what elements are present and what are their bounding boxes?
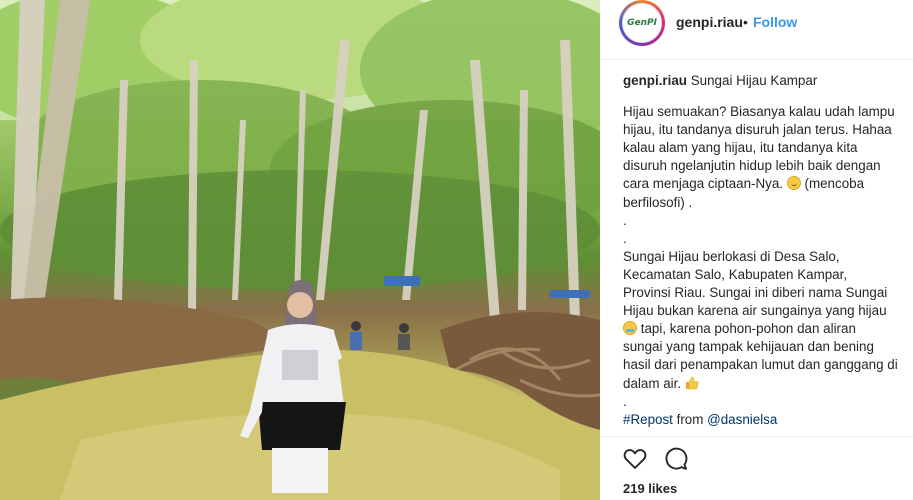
caption-dot-1: . xyxy=(623,212,627,228)
caption-paragraph-1: Hijau semuakan? Biasanya kalau udah lamp… xyxy=(623,103,898,212)
heart-icon[interactable] xyxy=(622,446,648,472)
genpi-logo-icon: GenPI xyxy=(622,3,662,43)
post-header: GenPI genpi.riau • Follow xyxy=(600,0,913,47)
thumbs-up-icon xyxy=(685,376,699,390)
avatar[interactable]: GenPI xyxy=(619,0,665,46)
likes-count[interactable]: 219 likes xyxy=(623,481,677,496)
caption-title-line: genpi.riau Sungai Hijau Kampar xyxy=(623,72,898,90)
comment-icon[interactable] xyxy=(663,446,689,472)
account-username[interactable]: genpi.riau xyxy=(676,14,743,30)
follow-button[interactable]: Follow xyxy=(753,14,797,30)
caption-repost-line: #Repost from @dasnielsa xyxy=(623,411,898,429)
header-divider xyxy=(600,59,913,60)
caption-username[interactable]: genpi.riau xyxy=(623,73,687,88)
caption-dot-2: . xyxy=(623,230,627,246)
caption-dot-3: . xyxy=(623,393,627,409)
post-actions xyxy=(622,446,689,472)
smiling-face-icon xyxy=(786,176,801,191)
header-separator: • xyxy=(743,14,748,30)
sweat-face-icon xyxy=(623,321,637,336)
repost-from: from xyxy=(676,411,704,427)
forest-river-scene xyxy=(0,0,600,500)
caption-title: Sungai Hijau Kampar xyxy=(690,73,818,88)
repost-mention[interactable]: @dasnielsa xyxy=(707,412,777,427)
caption-paragraph-2-text-a: Sungai Hijau berlokasi di Desa Salo, Kec… xyxy=(623,248,888,319)
post-caption: genpi.riau Sungai Hijau Kampar Hijau sem… xyxy=(623,72,898,429)
caption-paragraph-2: Sungai Hijau berlokasi di Desa Salo, Kec… xyxy=(623,248,898,393)
post-photo[interactable] xyxy=(0,0,600,500)
actions-divider xyxy=(600,436,913,437)
post-side-panel: GenPI genpi.riau • Follow genpi.riau Sun… xyxy=(600,0,913,500)
repost-hashtag[interactable]: #Repost xyxy=(623,412,673,427)
caption-paragraph-2-text-b: tapi, karena pohon-pohon dan aliran sung… xyxy=(623,321,898,391)
avatar-logo-text: GenPI xyxy=(627,18,657,28)
